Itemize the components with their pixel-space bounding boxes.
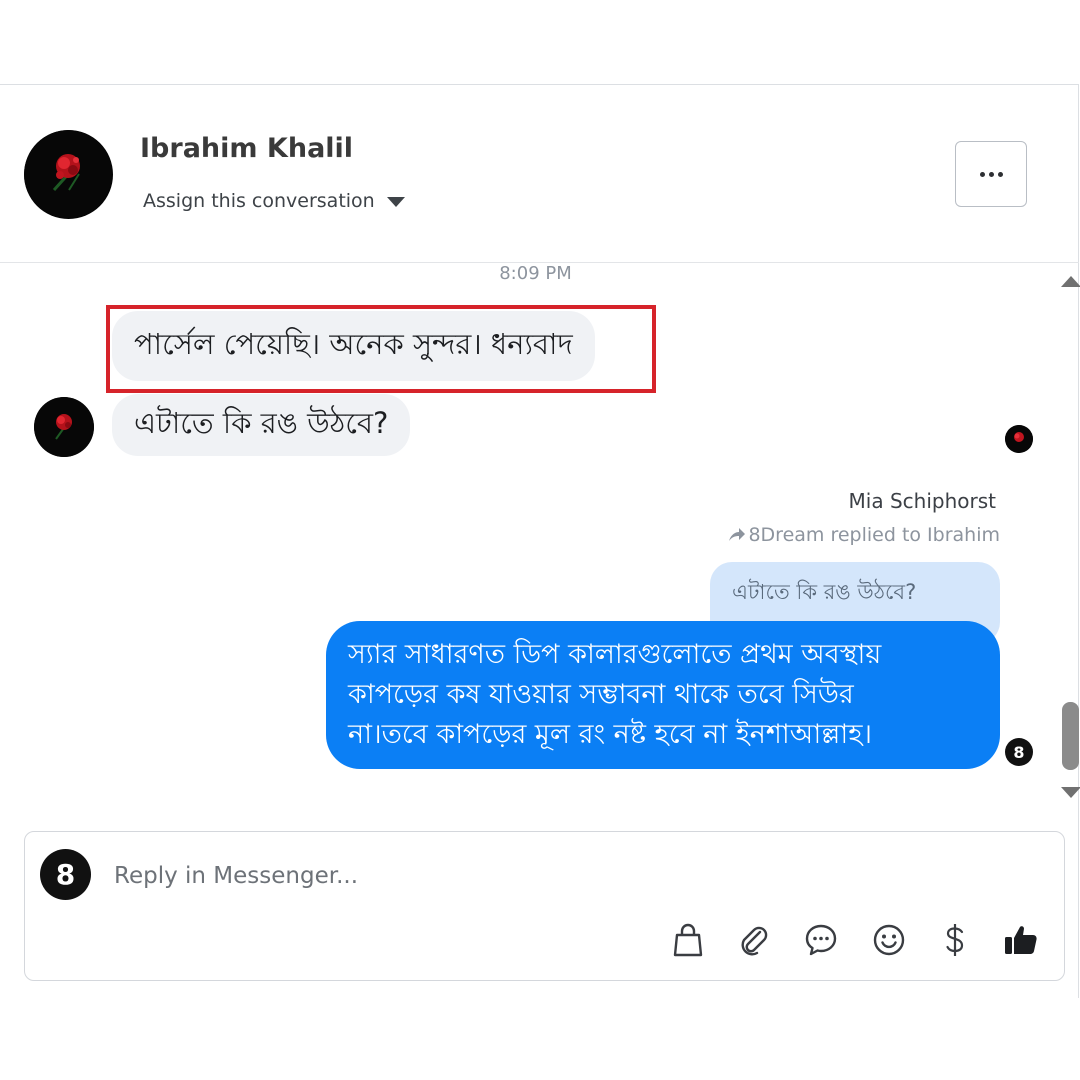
more-options-button[interactable] xyxy=(955,141,1027,207)
scroll-down-arrow-icon[interactable] xyxy=(1061,787,1080,798)
conversation-header xyxy=(0,85,1079,263)
reply-composer xyxy=(24,831,1065,981)
paperclip-icon[interactable] xyxy=(736,922,772,958)
replied-to-label: 8Dream replied to Ibrahim xyxy=(728,524,1000,546)
contact-name[interactable]: Ibrahim Khalil xyxy=(140,133,353,164)
assign-conversation-dropdown[interactable]: Assign this conversation xyxy=(143,190,405,212)
shopping-bag-icon[interactable] xyxy=(670,922,706,958)
scroll-up-arrow-icon[interactable] xyxy=(1061,276,1080,287)
replied-to-text: 8Dream replied to Ibrahim xyxy=(748,524,1000,546)
caret-down-icon xyxy=(386,197,405,207)
more-dots-icon xyxy=(997,171,1003,177)
chat-bubble-icon[interactable] xyxy=(803,922,839,958)
reply-input[interactable] xyxy=(114,858,974,894)
sender-avatar[interactable] xyxy=(34,397,94,457)
thumbs-up-icon[interactable] xyxy=(1003,922,1039,958)
message-line: কাপড়ের কষ যাওয়ার সম্ভাবনা থাকে তবে সিউ… xyxy=(348,679,854,710)
more-dots-icon xyxy=(979,171,985,177)
page-avatar: 8 xyxy=(40,849,91,900)
contact-avatar[interactable] xyxy=(24,130,113,219)
rose-image xyxy=(1005,425,1033,453)
rose-image xyxy=(24,130,112,218)
reply-sender-name: Mia Schiphorst xyxy=(848,489,996,513)
incoming-message-bubble[interactable]: পার্সেল পেয়েছি। অনেক সুন্দর। ধন্যবাদ xyxy=(112,311,595,381)
message-line: না।তবে কাপড়ের মূল রং নষ্ট হবে না ইনশাআল… xyxy=(348,719,873,750)
seen-receipt-avatar xyxy=(1005,425,1033,453)
message-line: স্যার সাধারণত ডিপ কালারগুলোতে প্রথম অবস্… xyxy=(348,639,882,670)
more-dots-icon xyxy=(988,171,994,177)
rose-image xyxy=(34,397,94,457)
dollar-icon[interactable] xyxy=(937,922,973,958)
message-timestamp: 8:09 PM xyxy=(499,263,572,284)
smiley-icon[interactable] xyxy=(871,922,907,958)
assign-label: Assign this conversation xyxy=(143,190,375,212)
incoming-message-bubble[interactable]: এটাতে কি রঙ উঠবে? xyxy=(112,394,411,456)
outgoing-message-bubble[interactable]: স্যার সাধারণত ডিপ কালারগুলোতে প্রথম অবস্… xyxy=(326,621,1000,769)
scrollbar-thumb[interactable] xyxy=(1062,702,1079,770)
reply-arrow-icon xyxy=(729,528,746,541)
page-seen-icon: 8 xyxy=(1005,738,1033,766)
